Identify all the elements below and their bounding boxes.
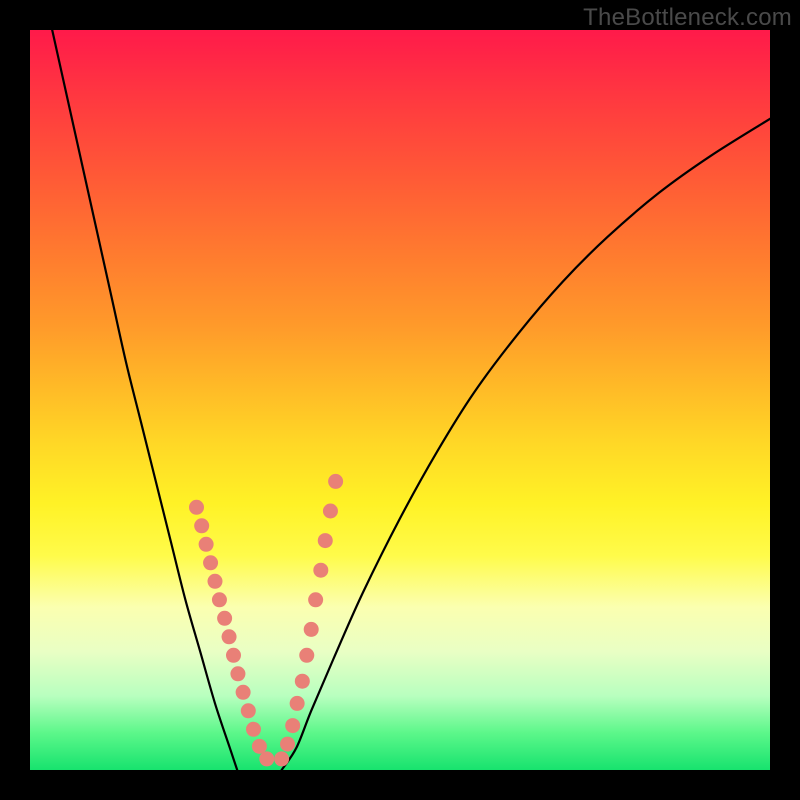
left-curve-line <box>52 30 237 770</box>
data-point-marker <box>236 685 251 700</box>
data-point-marker <box>222 629 237 644</box>
chart-svg <box>30 30 770 770</box>
data-point-marker <box>299 648 314 663</box>
watermark-text: TheBottleneck.com <box>583 4 792 32</box>
data-point-marker <box>194 518 209 533</box>
data-point-marker <box>203 555 218 570</box>
data-point-marker <box>323 504 338 519</box>
data-point-marker <box>280 737 295 752</box>
data-point-marker <box>241 703 256 718</box>
data-point-marker <box>226 648 241 663</box>
data-point-marker <box>308 592 323 607</box>
data-point-marker <box>208 574 223 589</box>
data-point-marker <box>285 718 300 733</box>
data-point-marker <box>199 537 214 552</box>
data-point-marker <box>313 563 328 578</box>
data-point-marker <box>274 751 289 766</box>
data-point-marker <box>290 696 305 711</box>
data-point-marker <box>230 666 245 681</box>
data-point-marker <box>328 474 343 489</box>
left-curve-markers <box>189 500 274 767</box>
data-point-marker <box>252 739 267 754</box>
data-point-marker <box>212 592 227 607</box>
data-point-marker <box>295 674 310 689</box>
data-point-marker <box>304 622 319 637</box>
right-curve-line <box>282 119 770 770</box>
data-point-marker <box>189 500 204 515</box>
plot-area <box>30 30 770 770</box>
data-point-marker <box>259 751 274 766</box>
right-curve-markers <box>274 474 343 767</box>
data-point-marker <box>246 722 261 737</box>
chart-frame: TheBottleneck.com <box>0 0 800 800</box>
data-point-marker <box>217 611 232 626</box>
data-point-marker <box>318 533 333 548</box>
